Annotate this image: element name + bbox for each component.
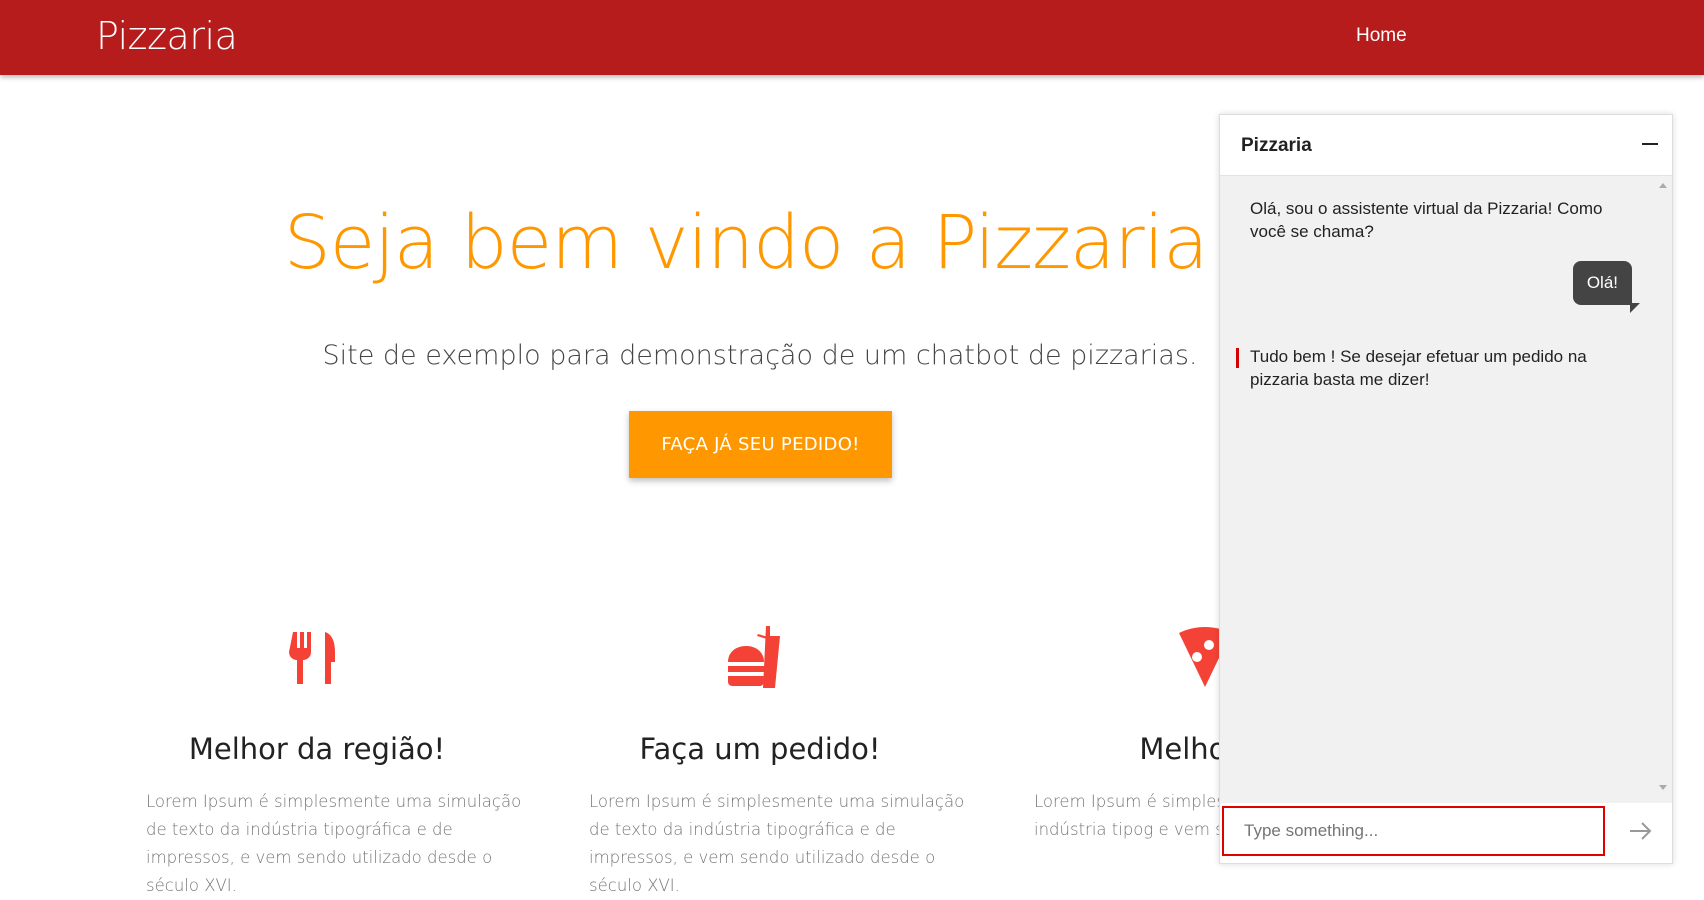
send-arrow-icon[interactable] [1628,821,1654,846]
feature-card: Melhor da região! Lorem Ipsum é simplesm… [117,622,521,900]
scroll-up-icon[interactable] [1659,183,1667,188]
feature-title: Faça um pedido! [639,732,881,766]
feature-text: Lorem Ipsum é simplesmente uma simulação… [589,792,965,895]
bot-message: Tudo bem ! Se desejar efetuar um pedido … [1236,345,1630,391]
chat-widget: Pizzaria Olá, sou o assistente virtual d… [1219,114,1673,864]
brand-logo[interactable]: Pizzaria [96,14,238,58]
scroll-down-icon[interactable] [1659,785,1667,790]
chat-title: Pizzaria [1241,135,1312,156]
feature-card: Faça um pedido! Lorem Ipsum é simplesmen… [560,622,964,900]
chat-message-input[interactable] [1222,806,1605,856]
bot-message: Olá, sou o assistente virtual da Pizzari… [1250,199,1603,241]
order-now-button[interactable]: FAÇA JÁ SEU PEDIDO! [629,411,892,478]
fork-knife-icon [117,622,517,694]
fast-food-icon [560,622,960,694]
feature-text: Lorem Ipsum é simplesmente uma simulação… [146,792,522,895]
chat-input-area [1220,803,1672,863]
user-message: Olá! [1572,261,1641,313]
nav-link-home[interactable]: Home [1356,25,1407,47]
feature-title: Melhor da região! [188,732,446,766]
chat-scrollbar[interactable] [1656,176,1672,794]
minimize-icon[interactable] [1642,143,1658,145]
navbar: Pizzaria Home [0,0,1704,75]
chat-header: Pizzaria [1220,115,1672,176]
